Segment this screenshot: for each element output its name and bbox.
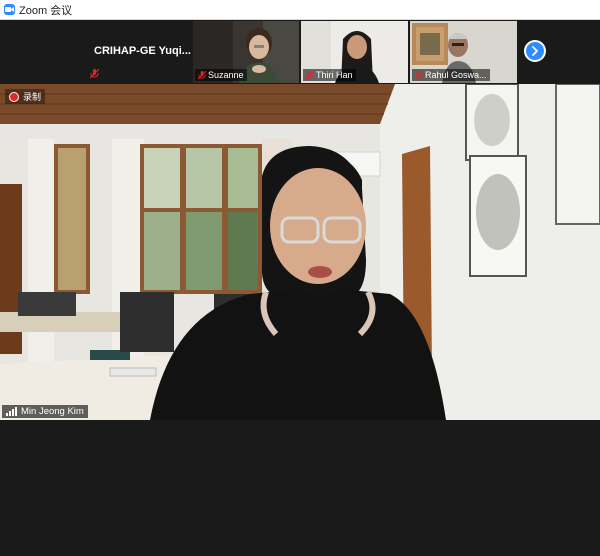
participant-label: Suzanne — [195, 69, 247, 81]
chevron-right-icon — [526, 42, 544, 60]
empty-gallery-area — [0, 420, 600, 556]
speaker-label: Min Jeong Kim — [2, 405, 88, 418]
mic-muted-icon — [415, 70, 423, 79]
mic-muted-icon — [306, 70, 314, 79]
participant-name: Thiri Han — [316, 70, 353, 80]
participant-label: Thiri Han — [303, 69, 356, 81]
recording-dot-icon — [9, 91, 19, 102]
recording-label: 录制 — [23, 92, 42, 102]
signal-strength-icon — [6, 407, 17, 416]
title-bar: Zoom 会议 — [0, 0, 600, 20]
participant-tile[interactable]: Thiri Han — [301, 21, 408, 83]
mic-muted-icon — [198, 70, 206, 79]
participant-name: Rahul Goswa... — [425, 70, 487, 80]
mic-muted-icon — [90, 69, 99, 79]
participant-tile[interactable]: CRIHAP-GE Yuqi... — [88, 21, 192, 83]
active-speaker-video[interactable]: 录制 Min Jeong Kim — [0, 84, 600, 420]
participant-name: CRIHAP-GE Yuqi... — [94, 45, 191, 57]
recording-indicator: 录制 — [5, 89, 46, 104]
participant-name: Suzanne — [208, 70, 244, 80]
next-page-button[interactable] — [524, 40, 546, 62]
speaker-name: Min Jeong Kim — [21, 406, 84, 417]
participant-label: Rahul Goswa... — [412, 69, 490, 81]
window-title: Zoom 会议 — [19, 4, 73, 17]
participant-tile[interactable]: Rahul Goswa... — [410, 21, 517, 83]
zoom-logo-icon — [4, 4, 15, 15]
speaker-video-feed — [0, 84, 600, 420]
participant-strip: CRIHAP-GE Yuqi... Suzanne Thiri Han Rahu… — [0, 20, 600, 84]
participant-tile[interactable]: Suzanne — [193, 21, 299, 83]
